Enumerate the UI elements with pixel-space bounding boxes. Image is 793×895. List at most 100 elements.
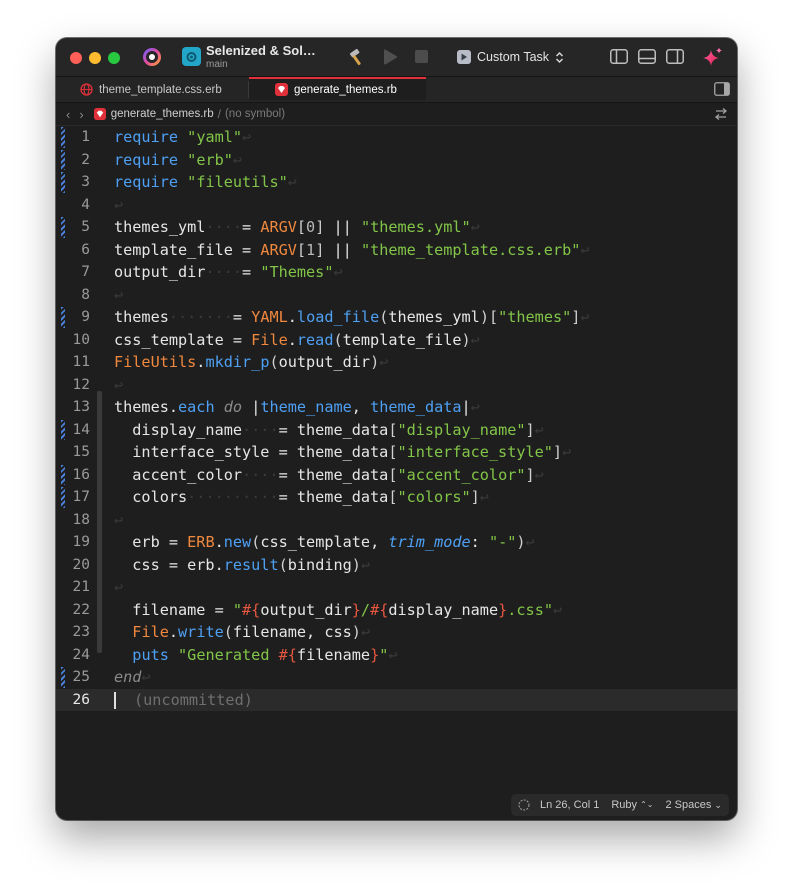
code-text: themes.each do |theme_name, theme_data|↩ [114, 398, 480, 416]
hammer-icon[interactable] [347, 47, 367, 67]
xcode-window: Selenized & Sol… main Custom Task theme_… [56, 38, 737, 820]
code-line[interactable]: 20 css = erb.result(binding)↩ [56, 554, 737, 577]
line-number: 1 [81, 129, 90, 145]
code-line[interactable]: 15 interface_style = theme_data["interfa… [56, 441, 737, 464]
change-marker[interactable] [61, 464, 65, 485]
tab-generate-themes[interactable]: generate_themes.rb [249, 77, 426, 100]
code-line[interactable]: 7 output_dir····= "Themes"↩ [56, 261, 737, 284]
code-line[interactable]: 10 css_template = File.read(template_fil… [56, 329, 737, 352]
code-line[interactable]: 25 end↩ [56, 666, 737, 689]
code-line[interactable]: 12 ↩ [56, 374, 737, 397]
code-line[interactable]: 2 require "erb"↩ [56, 149, 737, 172]
change-marker[interactable] [61, 172, 65, 193]
code-line-current[interactable]: 26 (uncommitted) [56, 688, 737, 711]
line-number: 22 [72, 601, 90, 618]
scheme-selector[interactable]: Custom Task [457, 48, 564, 66]
change-marker[interactable] [61, 149, 65, 170]
code-line[interactable]: 19 erb = ERB.new(css_template, trim_mode… [56, 531, 737, 554]
code-line[interactable]: 9 themes·······= YAML.load_file(themes_y… [56, 306, 737, 329]
change-marker[interactable] [61, 127, 65, 148]
code-line[interactable]: 21 ↩ [56, 576, 737, 599]
line-number: 5 [81, 219, 90, 235]
line-number: 10 [72, 331, 90, 348]
language-selector[interactable]: Ruby ⌃⌄ [611, 799, 653, 811]
chevron-updown-icon: ⌃⌄ [640, 800, 654, 809]
title-bar: Selenized & Sol… main Custom Task [56, 38, 737, 77]
scheme-label: Custom Task [477, 50, 550, 64]
tab-label: generate_themes.rb [294, 83, 397, 96]
code-text: ↩ [114, 285, 124, 304]
code-text: ↩ [114, 375, 124, 394]
line-number: 11 [72, 354, 90, 370]
sparkle-icon[interactable] [702, 46, 724, 68]
code-line[interactable]: 1 require "yaml"↩ [56, 126, 737, 149]
zoom-window-button[interactable] [108, 52, 120, 64]
code-text: interface_style = theme_data["interface_… [114, 443, 572, 461]
close-window-button[interactable] [70, 52, 82, 64]
project-title[interactable]: Selenized & Sol… [206, 43, 316, 58]
language-label: Ruby [611, 799, 638, 811]
xcode-logo-icon[interactable] [142, 47, 162, 67]
play-icon[interactable] [381, 48, 399, 66]
line-number: 13 [72, 399, 90, 415]
code-text: css = erb.result(binding)↩ [114, 555, 371, 574]
change-marker[interactable] [61, 419, 65, 440]
code-line[interactable]: 14 display_name····= theme_data["display… [56, 419, 737, 442]
inspector-toggle-icon[interactable] [666, 49, 684, 64]
code-line[interactable]: 18 ↩ [56, 509, 737, 532]
project-icon[interactable] [182, 47, 201, 66]
code-text: require "fileutils"↩ [114, 173, 297, 191]
code-text: display_name····= theme_data["display_na… [114, 420, 544, 439]
code-text: erb = ERB.new(css_template, trim_mode: "… [114, 533, 535, 551]
line-number: 9 [81, 309, 90, 325]
code-line[interactable]: 22 filename = "#{output_dir}/#{display_n… [56, 599, 737, 622]
line-number: 8 [81, 286, 90, 303]
indent-label: 2 Spaces [665, 799, 712, 811]
code-text: themes·······= YAML.load_file(themes_yml… [114, 308, 590, 326]
code-text: ↩ [114, 195, 124, 214]
code-text: themes_yml····= ARGV[0] || "themes.yml"↩ [114, 218, 480, 236]
code-text: require "erb"↩ [114, 150, 243, 169]
code-text: accent_color····= theme_data["accent_col… [114, 465, 544, 484]
code-line[interactable]: 17 colors··········= theme_data["colors"… [56, 486, 737, 509]
code-text: File.write(filename, css)↩ [132, 623, 371, 641]
split-editor-icon[interactable] [714, 82, 730, 96]
branch-label[interactable]: main [206, 59, 228, 70]
jumpbar-symbol[interactable]: (no symbol) [225, 108, 285, 120]
code-line[interactable]: 13 themes.each do |theme_name, theme_dat… [56, 396, 737, 419]
ruby-file-icon [275, 83, 288, 96]
change-marker[interactable] [61, 667, 65, 688]
change-marker[interactable] [61, 307, 65, 328]
code-line[interactable]: 11 FileUtils.mkdir_p(output_dir)↩ [56, 351, 737, 374]
change-marker[interactable] [61, 487, 65, 508]
code-line[interactable]: 23 File.write(filename, css)↩ [56, 621, 737, 644]
code-text: template_file = ARGV[1] || "theme_templa… [114, 240, 590, 259]
code-text: FileUtils.mkdir_p(output_dir)↩ [114, 353, 389, 371]
navigator-toggle-icon[interactable] [610, 49, 628, 64]
code-line[interactable]: 4 ↩ [56, 194, 737, 217]
stop-icon[interactable] [415, 50, 428, 63]
change-marker[interactable] [61, 217, 65, 238]
line-number: 23 [72, 624, 90, 640]
tab-theme-template[interactable]: theme_template.css.erb [80, 77, 222, 102]
back-button[interactable]: ‹ [66, 107, 70, 122]
related-items-icon[interactable] [714, 107, 728, 121]
uncommitted-annotation: (uncommitted) [134, 690, 253, 709]
indentation-selector[interactable]: 2 Spaces ⌄ [665, 799, 721, 811]
code-line[interactable]: 5 themes_yml····= ARGV[0] || "themes.yml… [56, 216, 737, 239]
forward-button[interactable]: › [79, 107, 83, 122]
code-text: colors··········= theme_data["colors"]↩ [114, 488, 489, 506]
minimize-window-button[interactable] [89, 52, 101, 64]
code-line[interactable]: 3 require "fileutils"↩ [56, 171, 737, 194]
chevron-down-icon: ⌄ [714, 800, 722, 810]
debug-area-toggle-icon[interactable] [638, 49, 656, 64]
code-line[interactable]: 8 ↩ [56, 284, 737, 307]
line-number: 25 [72, 669, 90, 685]
code-editor[interactable]: 1 require "yaml"↩ 2 require "erb"↩ 3 req… [56, 126, 737, 806]
jumpbar-file[interactable]: generate_themes.rb [111, 108, 214, 120]
code-line[interactable]: 6 template_file = ARGV[1] || "theme_temp… [56, 239, 737, 262]
code-line[interactable]: 24 puts "Generated #{filename}"↩ [56, 644, 737, 667]
cursor-position[interactable]: Ln 26, Col 1 [540, 799, 599, 811]
issues-icon[interactable] [518, 799, 530, 811]
code-line[interactable]: 16 accent_color····= theme_data["accent_… [56, 464, 737, 487]
